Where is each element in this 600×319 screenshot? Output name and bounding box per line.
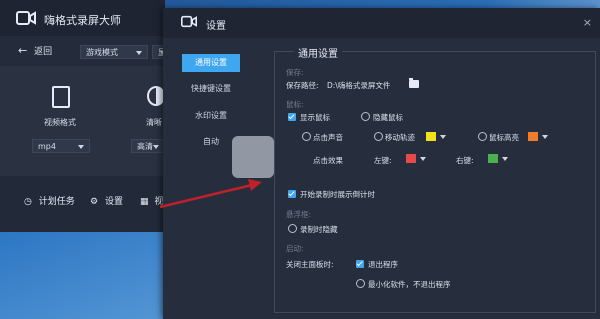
trail-color-swatch[interactable]: [426, 132, 436, 141]
left-key-label: 左键:: [374, 156, 392, 165]
mode-select[interactable]: 游戏模式: [80, 45, 148, 59]
clock-icon: ◷: [24, 197, 32, 207]
clarity-select[interactable]: 高清: [131, 139, 165, 153]
settings-button[interactable]: ⚙ 设置: [90, 194, 123, 207]
save-section-label: 保存:: [286, 68, 304, 77]
dialog-title: 设置: [206, 21, 226, 32]
back-arrow-icon: ←: [18, 44, 28, 57]
video-format-label: 视频格式: [44, 118, 76, 127]
show-mouse-label: 显示鼠标: [300, 113, 330, 122]
hide-on-record-label: 录制时隐藏: [300, 225, 338, 234]
dialog-title-bar: [163, 8, 600, 38]
mouse-highlight-checkbox[interactable]: [478, 132, 487, 141]
chevron-down-icon[interactable]: [542, 135, 548, 139]
minimize-radio[interactable]: [356, 279, 365, 288]
panel-title: 通用设置: [294, 45, 342, 60]
click-sound-label: 点击声音: [313, 133, 343, 142]
right-key-label: 右键:: [456, 156, 474, 165]
exit-program-label: 退出程序: [368, 260, 398, 269]
schedule-button[interactable]: ◷ 计划任务: [24, 194, 75, 207]
more-button[interactable]: ▦ 视: [140, 194, 163, 207]
exit-program-radio[interactable]: [356, 260, 364, 268]
gear-icon: ⚙: [90, 197, 99, 207]
watermark-shield-logo: [232, 136, 274, 178]
grid-icon: ▦: [140, 197, 149, 207]
left-color-swatch[interactable]: [406, 154, 416, 163]
chevron-down-icon[interactable]: [502, 157, 508, 161]
minimize-label: 最小化软件，不退出程序: [368, 280, 451, 289]
chevron-down-icon[interactable]: [420, 157, 426, 161]
camera-logo-icon: [181, 15, 197, 28]
video-format-select[interactable]: mp4: [32, 139, 90, 153]
countdown-label: 开始录制时展示倒计时: [300, 190, 375, 199]
close-main-label: 关闭主面板时:: [286, 260, 334, 269]
startup-section-label: 启动:: [286, 244, 304, 253]
tab-watermark[interactable]: 水印设置: [182, 107, 240, 125]
schedule-label: 计划任务: [38, 197, 75, 207]
chevron-down-icon[interactable]: [440, 135, 446, 139]
highlight-color-swatch[interactable]: [528, 132, 538, 141]
general-settings-panel: [274, 51, 596, 313]
settings-label: 设置: [104, 197, 123, 207]
save-path-value: D:\嗨格式录屏文件: [327, 81, 391, 90]
floating-section-label: 悬浮框:: [286, 210, 312, 219]
clarity-label: 清晰: [146, 118, 162, 127]
back-button[interactable]: ← 返回: [18, 44, 52, 57]
main-app-window: 嗨格式录屏大师 ← 返回 游戏模式 显 视频格式 mp4 清晰 高清 ◷ 计划任…: [0, 0, 172, 232]
format-area: [0, 66, 165, 176]
folder-icon[interactable]: [409, 78, 419, 88]
countdown-checkbox[interactable]: [288, 190, 296, 198]
tab-general[interactable]: 通用设置: [182, 54, 240, 72]
click-effect-label: 点击效果: [313, 156, 343, 165]
right-color-swatch[interactable]: [488, 154, 498, 163]
tab-hotkeys[interactable]: 快捷键设置: [182, 80, 240, 98]
app-title: 嗨格式录屏大师: [44, 14, 121, 27]
show-mouse-radio[interactable]: [288, 113, 296, 121]
hide-mouse-label: 隐藏鼠标: [373, 113, 403, 122]
back-label: 返回: [34, 47, 53, 57]
close-icon[interactable]: ×: [583, 16, 592, 29]
mouse-highlight-label: 鼠标高亮: [489, 133, 519, 142]
hide-mouse-radio[interactable]: [361, 112, 370, 121]
hide-on-record-radio[interactable]: [288, 224, 297, 233]
file-icon: [52, 86, 70, 108]
click-sound-checkbox[interactable]: [302, 132, 311, 141]
mouse-section-label: 鼠标:: [286, 100, 304, 109]
move-trail-checkbox[interactable]: [374, 132, 383, 141]
save-path-label: 保存路径:: [286, 81, 319, 90]
camera-logo-icon: [16, 11, 36, 25]
move-trail-label: 移动轨迹: [385, 133, 415, 142]
